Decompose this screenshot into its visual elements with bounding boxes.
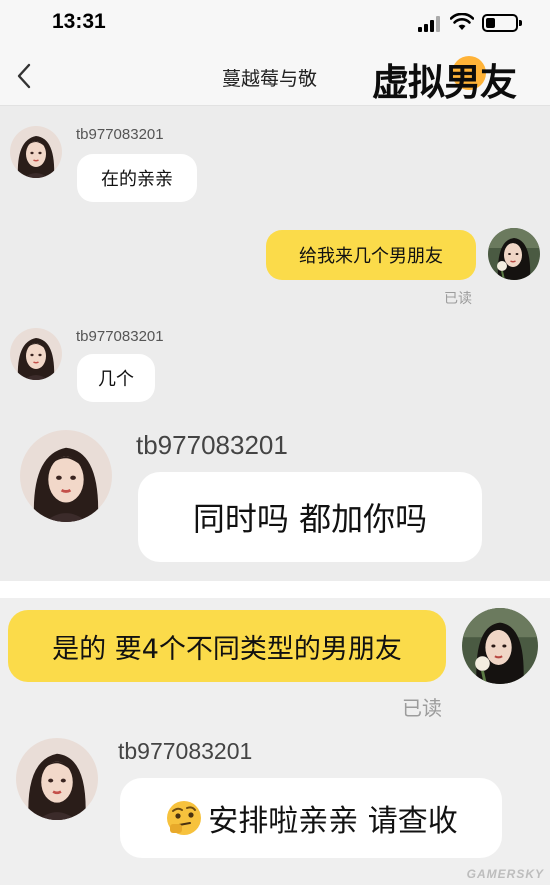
shop-avatar[interactable]	[10, 126, 62, 178]
back-chevron-icon[interactable]	[8, 58, 44, 94]
sender-name: tb977083201	[76, 126, 164, 143]
shop-avatar[interactable]	[10, 328, 62, 380]
watermark: GAMERSKY	[466, 867, 544, 881]
chat-panel-top: tb977083201 在的亲亲 给我来几个男朋友 已读 tb977083201…	[0, 106, 550, 581]
outgoing-message-bubble: 给我来几个男朋友	[266, 230, 476, 280]
message-text: 同时吗 都加你吗	[192, 500, 428, 538]
chat-panel-bottom: 是的 要4个不同类型的男朋友 已读 tb977083201 安排啦亲亲 请查收 …	[0, 598, 550, 885]
incoming-message-bubble: 在的亲亲	[77, 154, 197, 202]
chat-title: 蔓越莓与敬	[222, 68, 318, 90]
sender-name: tb977083201	[76, 328, 164, 345]
message-text: 几个	[98, 369, 134, 390]
thinking-face-icon	[167, 801, 202, 835]
wifi-icon	[450, 13, 474, 30]
sender-name: tb977083201	[136, 430, 288, 460]
status-time: 13:31	[52, 10, 106, 33]
outgoing-message-bubble: 是的 要4个不同类型的男朋友	[8, 610, 446, 682]
nav-bar: 蔓越莓与敬 虚拟男友	[0, 46, 550, 106]
message-text: 是的 要4个不同类型的男朋友	[52, 633, 402, 665]
panel-divider	[0, 581, 550, 598]
read-receipt: 已读	[402, 696, 442, 720]
message-text: 在的亲亲	[101, 169, 173, 190]
sender-name: tb977083201	[118, 738, 253, 764]
message-text: 给我来几个男朋友	[299, 246, 443, 267]
shop-avatar[interactable]	[20, 430, 112, 522]
incoming-message-bubble: 同时吗 都加你吗	[138, 472, 482, 562]
battery-icon	[482, 14, 522, 32]
cellular-signal-icon	[418, 16, 442, 32]
read-receipt: 已读	[444, 291, 472, 307]
shop-avatar[interactable]	[16, 738, 98, 820]
overlay-caption: 虚拟男友	[372, 61, 517, 104]
message-text: 安排啦亲亲 请查收	[208, 804, 458, 839]
incoming-message-bubble: 安排啦亲亲 请查收	[120, 778, 502, 858]
user-avatar[interactable]	[488, 228, 540, 280]
user-avatar[interactable]	[462, 608, 538, 684]
incoming-message-bubble: 几个	[77, 354, 155, 402]
status-bar: 13:31	[0, 0, 550, 46]
